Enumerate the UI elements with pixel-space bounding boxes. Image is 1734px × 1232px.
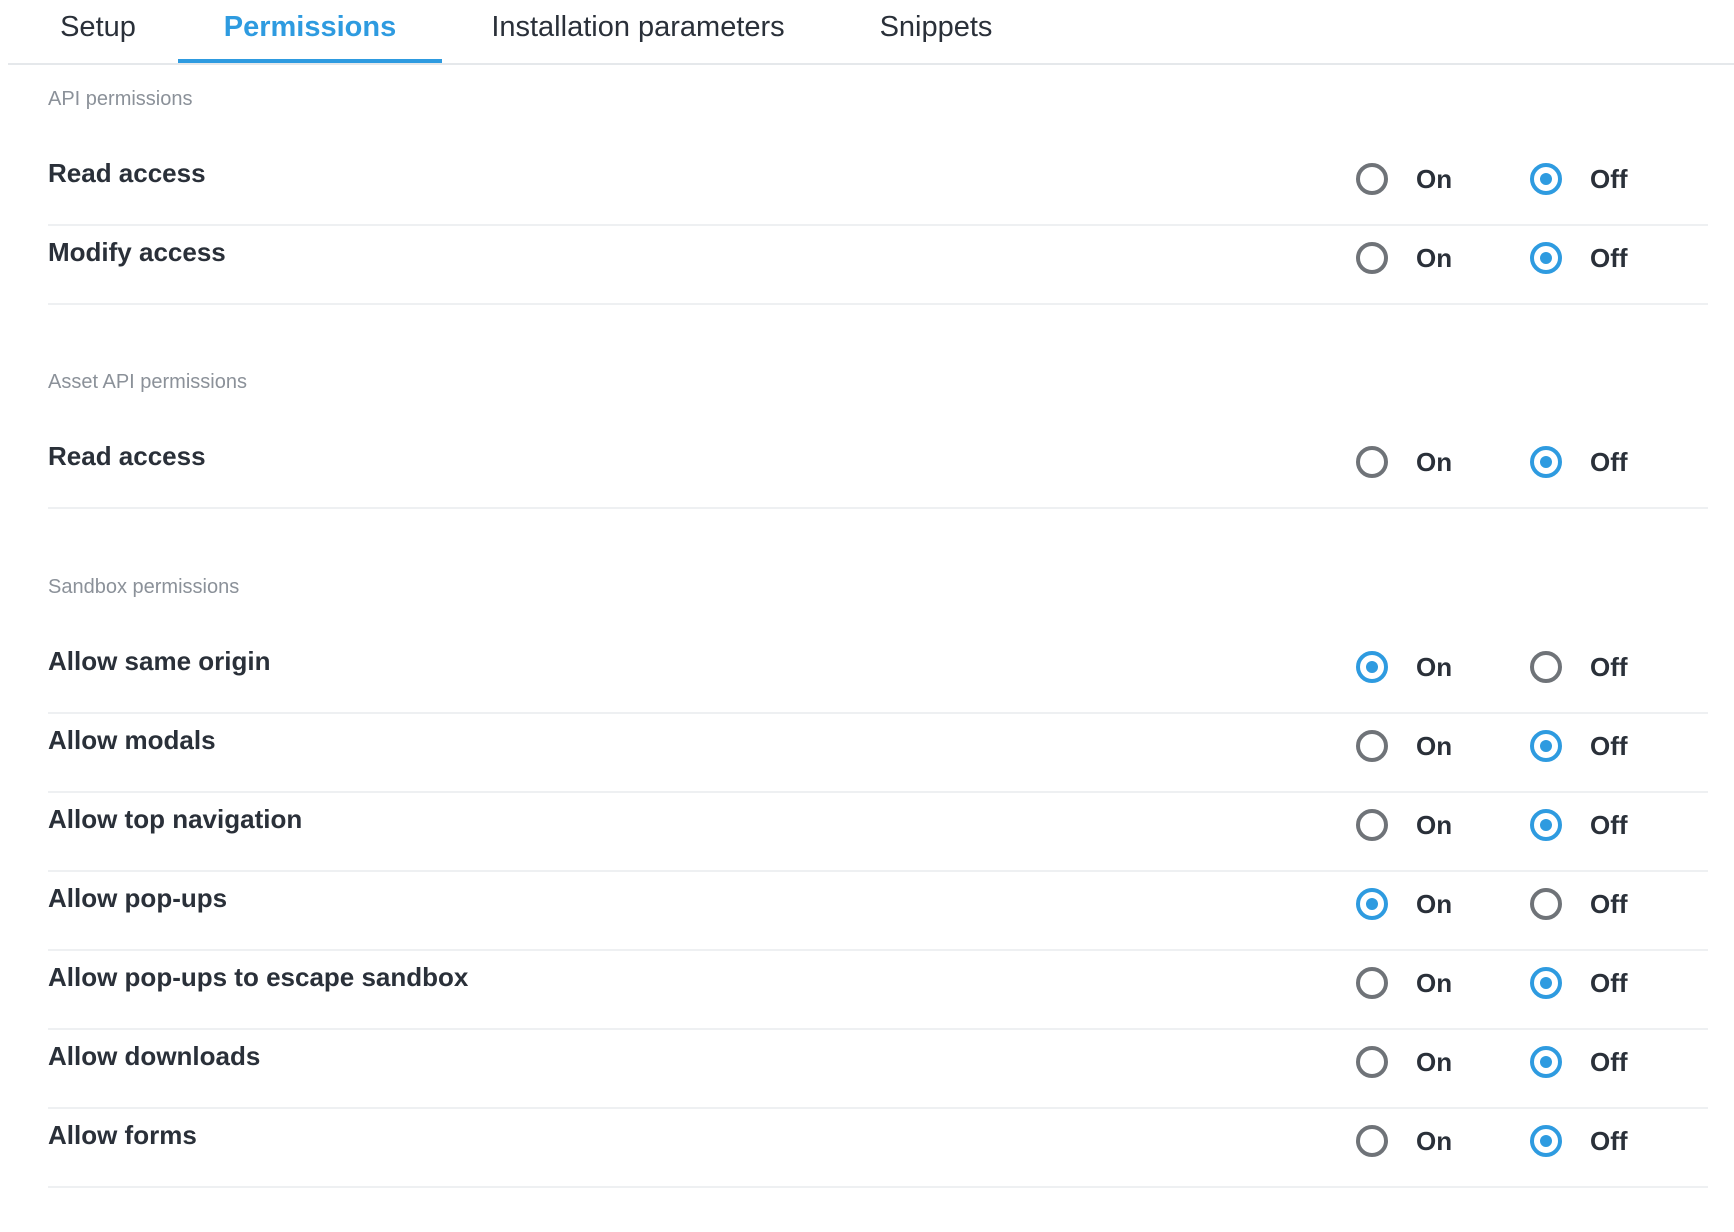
radio-circle-icon	[1530, 809, 1562, 841]
radio-on[interactable]: On	[1356, 888, 1496, 928]
radio-circle-icon	[1530, 730, 1562, 762]
radio-on[interactable]: On	[1356, 967, 1496, 1007]
radio-circle-icon	[1356, 163, 1388, 195]
radio-off[interactable]: Off	[1530, 730, 1670, 770]
radio-on[interactable]: On	[1356, 1046, 1496, 1086]
radio-circle-icon	[1530, 1125, 1562, 1157]
radio-on[interactable]: On	[1356, 651, 1496, 691]
permission-row-allow-pop-ups: Allow pop-ups On Off	[48, 871, 1708, 951]
radio-circle-icon	[1530, 888, 1562, 920]
radio-circle-icon	[1530, 967, 1562, 999]
permission-label: Allow forms	[48, 1120, 197, 1150]
radio-on[interactable]: On	[1356, 809, 1496, 849]
radio-off-label: Off	[1590, 810, 1628, 840]
radio-circle-icon	[1356, 809, 1388, 841]
radio-off[interactable]: Off	[1530, 888, 1670, 928]
permission-label: Read access	[48, 441, 206, 471]
radio-off[interactable]: Off	[1530, 1046, 1670, 1086]
section-title-api-permissions: API permissions	[48, 88, 193, 110]
radio-circle-icon	[1356, 1125, 1388, 1157]
radio-on-label: On	[1416, 1126, 1453, 1156]
tab-snippets[interactable]: Snippets	[858, 0, 1014, 61]
radio-on-label: On	[1416, 968, 1453, 998]
radio-off-label: Off	[1590, 164, 1628, 194]
tab-installation-parameters[interactable]: Installation parameters	[478, 0, 798, 61]
radio-circle-icon	[1530, 163, 1562, 195]
radio-on-label: On	[1416, 447, 1453, 477]
permission-label: Allow modals	[48, 725, 216, 755]
radio-off[interactable]: Off	[1530, 1125, 1670, 1165]
radio-on-label: On	[1416, 889, 1453, 919]
radio-off-label: Off	[1590, 889, 1628, 919]
tab-permissions-label: Permissions	[223, 11, 397, 43]
radio-on-label: On	[1416, 1047, 1453, 1077]
radio-off-label: Off	[1590, 1126, 1628, 1156]
radio-circle-icon	[1356, 730, 1388, 762]
radio-circle-icon	[1530, 446, 1562, 478]
radio-on[interactable]: On	[1356, 163, 1496, 203]
radio-circle-icon	[1356, 967, 1388, 999]
radio-off[interactable]: Off	[1530, 163, 1670, 203]
radio-on-label: On	[1416, 164, 1453, 194]
permission-row-asset-read-access: Read access On Off	[48, 429, 1708, 509]
section-title-asset-api-permissions: Asset API permissions	[48, 371, 247, 393]
radio-circle-icon	[1356, 446, 1388, 478]
permission-row-api-modify-access: Modify access On Off	[48, 225, 1708, 305]
radio-off-label: Off	[1590, 243, 1628, 273]
radio-off[interactable]: Off	[1530, 809, 1670, 849]
radio-on-label: On	[1416, 810, 1453, 840]
permission-label: Allow same origin	[48, 646, 271, 676]
radio-circle-icon	[1356, 651, 1388, 683]
tab-bar: Setup Permissions Installation parameter…	[8, 0, 1734, 65]
radio-on[interactable]: On	[1356, 1125, 1496, 1165]
radio-circle-icon	[1530, 651, 1562, 683]
radio-off-label: Off	[1590, 731, 1628, 761]
permission-row-allow-pop-ups-to-escape-sandbox: Allow pop-ups to escape sandbox On Off	[48, 950, 1708, 1030]
permission-row-allow-downloads: Allow downloads On Off	[48, 1029, 1708, 1109]
radio-off[interactable]: Off	[1530, 967, 1670, 1007]
radio-circle-icon	[1530, 242, 1562, 274]
permission-label: Allow top navigation	[48, 804, 303, 834]
permission-row-api-read-access: Read access On Off	[48, 146, 1708, 226]
radio-circle-icon	[1356, 1046, 1388, 1078]
permission-row-allow-top-navigation: Allow top navigation On Off	[48, 792, 1708, 872]
radio-off[interactable]: Off	[1530, 651, 1670, 691]
active-tab-indicator	[178, 59, 442, 63]
permission-label: Allow downloads	[48, 1041, 261, 1071]
radio-on-label: On	[1416, 243, 1453, 273]
radio-off-label: Off	[1590, 1047, 1628, 1077]
permission-row-allow-modals: Allow modals On Off	[48, 713, 1708, 793]
section-title-sandbox-permissions: Sandbox permissions	[48, 576, 240, 598]
radio-circle-icon	[1530, 1046, 1562, 1078]
permission-label: Modify access	[48, 237, 226, 267]
radio-on[interactable]: On	[1356, 446, 1496, 486]
tab-permissions[interactable]: Permissions	[178, 0, 442, 63]
radio-circle-icon	[1356, 888, 1388, 920]
radio-on[interactable]: On	[1356, 730, 1496, 770]
tab-setup[interactable]: Setup	[48, 0, 148, 61]
radio-on[interactable]: On	[1356, 242, 1496, 282]
radio-off-label: Off	[1590, 652, 1628, 682]
radio-off[interactable]: Off	[1530, 446, 1670, 486]
radio-off-label: Off	[1590, 447, 1628, 477]
radio-off[interactable]: Off	[1530, 242, 1670, 282]
permission-label: Allow pop-ups to escape sandbox	[48, 962, 469, 992]
permission-row-allow-forms: Allow forms On Off	[48, 1108, 1708, 1188]
radio-circle-icon	[1356, 242, 1388, 274]
radio-on-label: On	[1416, 731, 1453, 761]
permission-label: Allow pop-ups	[48, 883, 228, 913]
radio-off-label: Off	[1590, 968, 1628, 998]
permission-label: Read access	[48, 158, 206, 188]
permission-row-allow-same-origin: Allow same origin On Off	[48, 634, 1708, 714]
radio-on-label: On	[1416, 652, 1453, 682]
